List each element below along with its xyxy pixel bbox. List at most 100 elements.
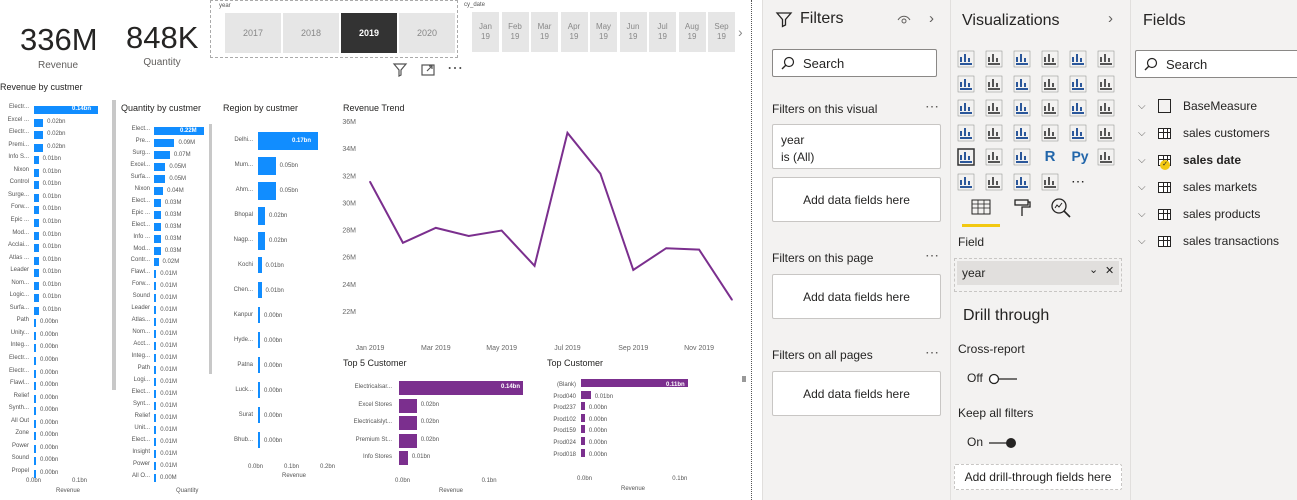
chevron-down-icon[interactable]: ⌄ (1089, 263, 1098, 276)
month-button-jul[interactable]: Jul 19 (649, 12, 677, 52)
qty-customer-bar[interactable] (154, 473, 156, 482)
kpi-icon[interactable] (1097, 124, 1115, 142)
qty-customer-bar[interactable] (154, 174, 166, 183)
rev-customer-bar[interactable] (34, 469, 36, 478)
qty-customer-bar[interactable] (154, 306, 157, 315)
filters-all-more[interactable]: ⋯ (925, 344, 939, 361)
rev-customer-bar[interactable] (34, 319, 36, 328)
year-button-2017[interactable]: 2017 (225, 13, 282, 53)
year-filter-card[interactable]: year is (All) (772, 124, 941, 169)
qty-customer-bar[interactable] (154, 210, 161, 219)
qty-customer-bar[interactable] (154, 138, 175, 147)
slicer-icon[interactable] (957, 148, 975, 166)
trend-point[interactable] (599, 172, 602, 175)
qna-icon[interactable] (985, 173, 1003, 191)
month-button-apr[interactable]: Apr 19 (560, 12, 589, 52)
revenue-trend-chart[interactable]: 22M 24M 26M 28M 30M 32M 34M 36M Jan 2019 Mar 2019… (340, 112, 740, 357)
qty-customer-bar[interactable] (154, 354, 157, 363)
rev-customer-bar[interactable] (34, 218, 39, 227)
qty-customer-bar[interactable] (154, 246, 161, 255)
qty-customer-bar[interactable] (154, 425, 157, 434)
rev-customer-bar[interactable] (34, 306, 39, 315)
donut-chart-icon[interactable] (1069, 99, 1087, 117)
paginated-report-icon[interactable] (1041, 173, 1059, 191)
rev-customer-bar[interactable] (34, 394, 36, 403)
multi-row-card-icon[interactable] (1069, 124, 1087, 142)
rev-customer-bar[interactable] (34, 357, 36, 365)
bar-mark[interactable] (399, 398, 417, 413)
cross-report-toggle[interactable] (988, 372, 1018, 385)
qty-customer-bar[interactable] (154, 150, 170, 159)
field-table-sales-date[interactable]: ⌵ ✓ sales date (1138, 151, 1241, 170)
qty-customer-bar[interactable] (154, 318, 157, 327)
region-bar[interactable] (258, 207, 266, 225)
waterfall-chart-icon[interactable] (957, 99, 975, 117)
topcust-chart[interactable]: (Blank) 0.11bn Prod040 0.01bn Prod237 0.00bn P… (546, 378, 746, 492)
rev-customer-bar[interactable] (34, 369, 36, 378)
remove-field-close-icon[interactable]: ✕ (1105, 264, 1114, 277)
rev-customer-bar[interactable] (34, 118, 44, 127)
bar-mark[interactable] (581, 413, 585, 422)
qty-customer-bar[interactable] (154, 401, 157, 410)
filled-map-icon[interactable] (985, 124, 1003, 142)
qty-customer-bar[interactable] (154, 389, 157, 398)
rev-customer-bar[interactable] (34, 419, 36, 428)
qty-customer-bar[interactable] (154, 186, 164, 195)
qty-customer-bar[interactable] (154, 449, 157, 458)
filters-search-input[interactable]: Search (772, 49, 937, 77)
month-button-sep[interactable]: Sep 19 (708, 12, 736, 52)
rev-by-customer-chart[interactable]: Electr... 0.14bn Excel ... 0.02bn Electr... 0… (0, 100, 110, 480)
trend-point[interactable] (467, 235, 470, 237)
collapse-filters-chevron-icon[interactable]: › (929, 10, 934, 27)
field-table-sales-products[interactable]: ⌵ sales products (1138, 205, 1260, 223)
rev-customer-bar[interactable] (34, 256, 39, 265)
bar-mark[interactable] (581, 437, 585, 445)
clustered-column-chart-icon[interactable] (1041, 50, 1059, 68)
bar-mark[interactable] (399, 451, 408, 465)
fields-search-input[interactable]: Search (1135, 50, 1297, 78)
chevron-down-icon[interactable]: ⌵ (1138, 236, 1158, 247)
more-visuals-icon[interactable]: ⋯ (1069, 173, 1087, 191)
bar-mark[interactable] (581, 448, 585, 457)
page-add-fields-dropzone[interactable]: Add data fields here (772, 274, 941, 319)
qty-customer-bar[interactable] (154, 413, 157, 422)
qty-customer-bar[interactable] (154, 282, 157, 291)
rev-customer-bar[interactable] (34, 143, 44, 152)
eye-icon[interactable] (897, 13, 911, 25)
analytics-magnifier-icon[interactable] (1050, 197, 1072, 219)
revenue-card-value[interactable]: 336M (20, 22, 98, 58)
stacked-area-chart-icon[interactable] (1013, 75, 1031, 93)
qty-customer-bar[interactable] (154, 162, 166, 171)
qty-customer-bar[interactable] (154, 330, 157, 339)
field-table-sales-markets[interactable]: ⌵ sales markets (1138, 178, 1257, 196)
bar-mark[interactable] (399, 416, 417, 430)
region-bar[interactable] (258, 282, 262, 298)
rev-customer-bar[interactable] (34, 331, 36, 340)
bar-mark[interactable] (581, 425, 585, 434)
rev-customer-bar[interactable] (34, 193, 39, 202)
more-options-icon[interactable]: ⋯ (447, 58, 463, 78)
bar-mark[interactable] (581, 402, 585, 411)
rev-customer-bar[interactable] (34, 244, 39, 253)
region-bar[interactable] (258, 257, 262, 273)
rev-customer-bar[interactable] (34, 281, 39, 290)
trend-point[interactable] (369, 180, 371, 183)
rev-customer-bar[interactable] (34, 382, 36, 391)
clustered-bar-chart-icon[interactable] (1013, 50, 1031, 68)
qty-customer-bar[interactable] (154, 294, 157, 303)
collapse-vis-chevron-icon[interactable]: › (1108, 10, 1113, 27)
rev-customer-bar[interactable] (34, 294, 39, 303)
trend-point[interactable] (698, 248, 700, 251)
qty-customer-bar[interactable] (154, 198, 161, 207)
scatter-chart-icon[interactable] (1013, 99, 1031, 117)
scroll-handle[interactable] (742, 376, 746, 382)
quantity-card-value[interactable]: 848K (126, 20, 198, 56)
gauge-icon[interactable] (1013, 124, 1031, 142)
rev-customer-bar[interactable] (34, 168, 39, 177)
qty-customer-bar[interactable] (154, 342, 157, 351)
stacked-column-chart-icon[interactable] (985, 50, 1003, 68)
fields-tab-icon[interactable] (970, 198, 992, 218)
rev-customer-bar[interactable] (34, 181, 39, 190)
region-bar[interactable] (258, 357, 260, 373)
area-chart-icon[interactable] (985, 75, 1003, 93)
